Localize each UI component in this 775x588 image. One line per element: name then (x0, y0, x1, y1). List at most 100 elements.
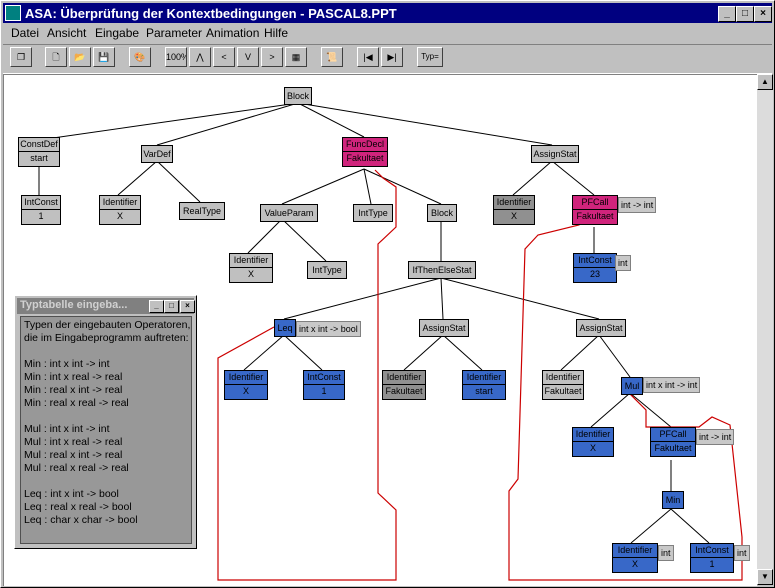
tree-node-value: start (475, 386, 493, 396)
tree-node-intconst3[interactable]: IntConst 1 (303, 370, 345, 400)
main-window: ASA: Überprüfung der Kontextbedingungen … (0, 0, 775, 588)
vertical-scrollbar[interactable]: ▲ ▼ (757, 74, 773, 585)
first-icon[interactable]: |◀ (357, 47, 379, 67)
tree-down-icon[interactable]: V (237, 47, 259, 67)
tree-node-pfcall1[interactable]: PFCall Fakultaet (572, 195, 618, 225)
tree-node-value: Fakultaet (544, 386, 582, 396)
tree-node-value: 1 (709, 559, 715, 569)
type-table-line (24, 475, 188, 488)
tree-node-value: X (631, 559, 638, 569)
tree-node-intconst1[interactable]: IntConst 1 (21, 195, 61, 225)
tree-node-type: PFCall (573, 196, 617, 210)
type-table-line: Min : int x int -> int (24, 358, 110, 370)
type-table-line: Mul : real x real -> real (24, 462, 129, 474)
tree-node-block[interactable]: Block (284, 87, 312, 105)
tree-node-constdef[interactable]: ConstDef start (18, 137, 60, 167)
tree-node-min[interactable]: Min (662, 491, 684, 509)
tree-node-assign2[interactable]: AssignStat (419, 319, 469, 337)
tree-node-type: Identifier (225, 371, 267, 385)
tree-node-type: Identifier (543, 371, 583, 385)
layout-icon[interactable]: ▦ (285, 47, 307, 67)
tree-node-ident7[interactable]: Identifier Fakultaet (542, 370, 584, 400)
tree-node-type: Identifier (230, 254, 272, 268)
menu-eingabe[interactable]: Eingabe (95, 26, 139, 40)
new-icon[interactable]: 🗋 (45, 47, 67, 67)
tree-node-ident1[interactable]: Identifier X (99, 195, 141, 225)
tree-node-funcdecl[interactable]: FuncDecl Fakultaet (342, 137, 388, 167)
menu-datei[interactable]: Datei (11, 26, 39, 40)
tree-node-assign1[interactable]: AssignStat (531, 145, 579, 163)
type-table-line: Min : real x real -> real (24, 397, 129, 409)
scroll-up-button[interactable]: ▲ (757, 74, 773, 90)
tree-node-type: Identifier (613, 544, 657, 558)
minimize-button[interactable]: _ (718, 6, 736, 22)
tree-node-type: IntConst (22, 196, 60, 210)
type-table-minimize-button[interactable]: _ (149, 300, 164, 313)
palette-icon[interactable]: 🎨 (129, 47, 151, 67)
tree-node-inttype2[interactable]: IntType (307, 261, 347, 279)
tree-node-vardef[interactable]: VarDef (141, 145, 173, 163)
type-table-title-bar[interactable]: Typtabelle eingeba... _ □ × (17, 298, 195, 314)
tree-node-ident6[interactable]: Identifier start (462, 370, 506, 400)
tree-node-inttype1[interactable]: IntType (353, 204, 393, 222)
tree-node-realtype[interactable]: RealType (179, 202, 225, 220)
tree-node-assign3[interactable]: AssignStat (576, 319, 626, 337)
tree-node-ifthenelse[interactable]: IfThenElseStat (408, 261, 476, 279)
tree-node-type: IntConst (691, 544, 733, 558)
tree-node-mul[interactable]: Mul (621, 377, 643, 395)
tree-node-intconst2[interactable]: IntConst 23 (573, 253, 617, 283)
type-table-line: Leq : real x real -> bool (24, 501, 132, 513)
tree-node-block2[interactable]: Block (427, 204, 457, 222)
tree-node-ident4[interactable]: Identifier X (224, 370, 268, 400)
tree-node-type: IntConst (574, 254, 616, 268)
tree-node-type: Identifier (573, 428, 613, 442)
type-table-line (24, 345, 188, 358)
tree-top-icon[interactable]: ⋀ (189, 47, 211, 67)
tree-node-type: PFCall (651, 428, 695, 442)
title-bar[interactable]: ASA: Überprüfung der Kontextbedingungen … (3, 3, 772, 23)
type-table-close-button[interactable]: × (180, 300, 195, 313)
open-icon[interactable]: 📂 (69, 47, 91, 67)
tree-node-ident2[interactable]: Identifier X (493, 195, 535, 225)
tree-node-ident3[interactable]: Identifier X (229, 253, 273, 283)
close-button[interactable]: × (754, 6, 772, 22)
tree-node-pfcall2[interactable]: PFCall Fakultaet (650, 427, 696, 457)
tree-node-ident8[interactable]: Identifier X (572, 427, 614, 457)
menu-hilfe[interactable]: Hilfe (264, 26, 288, 40)
window-title: ASA: Überprüfung der Kontextbedingungen … (25, 6, 397, 21)
type-annotation: int -> int (618, 197, 657, 213)
tree-node-value: 1 (38, 211, 44, 221)
tree-left-icon[interactable]: < (213, 47, 235, 67)
tree-node-intconst4[interactable]: IntConst 1 (690, 543, 734, 573)
last-icon[interactable]: ▶| (381, 47, 403, 67)
tree-node-value: Fakultaet (654, 443, 692, 453)
tree-node-valueparam[interactable]: ValueParam (260, 204, 318, 222)
type-table-line: Min : int x real -> real (24, 371, 123, 383)
tree-node-ident5[interactable]: Identifier Fakultaet (382, 370, 426, 400)
type-icon[interactable]: Typ= (417, 47, 443, 67)
type-table-maximize-button[interactable]: □ (164, 300, 179, 313)
type-annotation: int (658, 545, 674, 561)
maximize-button[interactable]: □ (736, 6, 754, 22)
script-icon[interactable]: 📜 (321, 47, 343, 67)
tree-node-ident9[interactable]: Identifier X (612, 543, 658, 573)
menu-parameter[interactable]: Parameter (146, 26, 202, 40)
tree-node-value: X (589, 443, 596, 453)
tree-node-value: Fakultaet (385, 386, 423, 396)
save-icon[interactable]: 💾 (93, 47, 115, 67)
type-table-line: Typen der eingebauten Operatoren, (24, 319, 191, 331)
tree-node-leq[interactable]: Leq (274, 319, 296, 337)
zoom-icon[interactable]: 100% (165, 47, 187, 67)
type-annotation: int (615, 255, 631, 271)
tree-node-type: Identifier (100, 196, 140, 210)
type-table-window[interactable]: Typtabelle eingeba... _ □ × Typen der ei… (14, 295, 197, 549)
menu-animation[interactable]: Animation (206, 26, 259, 40)
copy-icon[interactable]: ❐ (10, 47, 32, 67)
tree-right-icon[interactable]: > (261, 47, 283, 67)
tree-node-value: 1 (321, 386, 327, 396)
type-table-line: Mul : int x real -> real (24, 436, 123, 448)
scroll-down-button[interactable]: ▼ (757, 569, 773, 585)
tree-node-type: Identifier (383, 371, 425, 385)
menu-ansicht[interactable]: Ansicht (47, 26, 86, 40)
app-icon[interactable] (5, 5, 21, 21)
